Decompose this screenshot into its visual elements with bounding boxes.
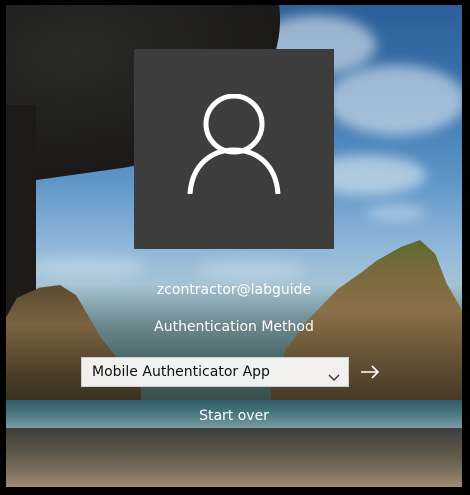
arrow-right-icon [361, 365, 380, 379]
submit-button[interactable] [355, 357, 385, 387]
start-over-link[interactable]: Start over [106, 408, 362, 424]
username-label: zcontractor@labguide [156, 282, 312, 298]
chevron-down-icon [328, 367, 340, 386]
lock-screen: zcontractor@labguide Authentication Meth… [6, 5, 462, 487]
auth-method-value: Mobile Authenticator App [92, 364, 270, 380]
screen-frame: zcontractor@labguide Authentication Meth… [0, 0, 470, 495]
auth-method-label: Authentication Method [154, 319, 314, 335]
auth-method-select[interactable]: Mobile Authenticator App [81, 357, 349, 387]
user-avatar-tile [134, 49, 334, 249]
user-icon [187, 94, 281, 194]
